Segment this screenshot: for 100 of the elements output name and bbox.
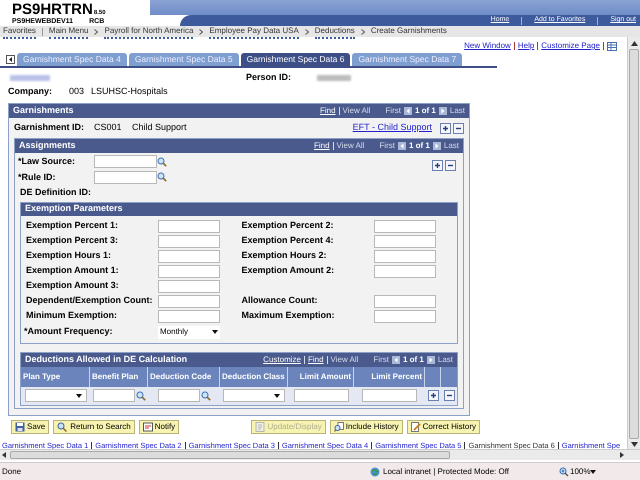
chevron-icon — [304, 28, 309, 34]
previous-icon[interactable] — [398, 142, 406, 150]
breadcrumb-item[interactable]: Main Menu — [48, 24, 88, 38]
company-label: Company: — [8, 84, 52, 98]
lookup-icon[interactable] — [200, 390, 210, 400]
add-row-icon[interactable] — [428, 390, 438, 401]
tab[interactable]: Garnishment Spec Data 6 — [240, 53, 350, 66]
de-definition-label: DE Definition ID: — [19, 186, 92, 199]
lookup-icon[interactable] — [157, 156, 167, 167]
lookup-field[interactable] — [92, 389, 134, 402]
previous-icon[interactable] — [404, 107, 412, 115]
toolbar-button[interactable]: Return to Search — [53, 420, 135, 434]
breadcrumb-item[interactable]: Payroll for North America — [104, 24, 194, 38]
chevron-icon — [360, 28, 365, 34]
scroll-thumb[interactable] — [629, 49, 639, 439]
field-label: Exemption Amount 1: — [26, 264, 120, 278]
dropdown-field[interactable] — [24, 389, 86, 402]
text-field[interactable] — [158, 264, 220, 278]
toolbar-button[interactable]: Include History — [330, 420, 403, 434]
breadcrumb-item[interactable]: Create Garnishments — [370, 24, 447, 38]
text-field[interactable] — [374, 294, 436, 308]
delete-row-icon[interactable] — [444, 390, 454, 401]
add-row-icon[interactable] — [432, 160, 443, 171]
toolbar-button[interactable]: Correct History — [406, 420, 480, 434]
text-field[interactable] — [374, 220, 436, 232]
text-field[interactable] — [158, 220, 220, 232]
dropdown-caret-icon — [76, 394, 82, 398]
eft-link[interactable]: EFT - Child Support — [352, 121, 432, 135]
zoom-icon[interactable] — [559, 466, 569, 476]
section-title: Garnishments — [13, 104, 74, 118]
scroll-up-icon[interactable] — [630, 41, 638, 46]
lookup-field[interactable] — [158, 389, 200, 402]
section-title: Exemption Parameters — [25, 202, 123, 216]
chevron-icon — [199, 28, 204, 34]
page-link[interactable]: Help — [518, 40, 534, 52]
previous-icon[interactable] — [392, 356, 400, 364]
lookup-icon[interactable] — [157, 172, 167, 182]
toolbar-button[interactable]: Save — [11, 420, 50, 434]
field-label: Exemption Hours 2: — [242, 249, 328, 262]
find-link[interactable]: Find — [320, 105, 336, 117]
delete-row-icon[interactable] — [453, 122, 464, 134]
row-count: 1 of 1 — [414, 105, 436, 117]
scroll-down-icon[interactable] — [630, 442, 638, 447]
page-link[interactable]: Customize Page — [541, 40, 600, 52]
text-field[interactable] — [94, 155, 157, 168]
delete-row-icon[interactable] — [445, 160, 456, 171]
customize-link[interactable]: Customize — [263, 354, 301, 366]
field-label: Dependent/Exemption Count: — [26, 294, 154, 308]
breadcrumb-item[interactable]: Employee Pay Data USA — [209, 24, 299, 38]
add-row-icon[interactable] — [440, 122, 451, 134]
zoom-level[interactable]: 100% — [570, 466, 590, 478]
toolbar-button[interactable]: Notify — [138, 420, 180, 434]
grid-icon[interactable] — [607, 42, 617, 50]
scroll-right-icon[interactable] — [620, 452, 624, 458]
find-link[interactable]: Find — [308, 354, 324, 366]
row-count: 1 of 1 — [402, 354, 424, 366]
dropdown-field[interactable] — [223, 389, 285, 402]
field-label: Exemption Amount 2: — [242, 264, 336, 278]
text-field[interactable] — [374, 264, 436, 278]
text-field[interactable] — [158, 250, 220, 262]
amount-frequency-label: *Amount Frequency: — [24, 325, 114, 338]
chevron-icon — [94, 28, 98, 34]
next-icon[interactable] — [432, 142, 441, 150]
text-field[interactable] — [158, 294, 220, 308]
text-field[interactable] — [158, 234, 220, 248]
find-link[interactable]: Find — [314, 140, 330, 152]
text-field[interactable] — [374, 310, 436, 322]
scroll-thumb[interactable] — [10, 451, 450, 459]
next-icon[interactable] — [426, 356, 435, 364]
system-name: PS9HRTRN — [12, 2, 93, 17]
document-icon — [255, 422, 266, 432]
text-field[interactable] — [158, 280, 220, 292]
first-label: First — [385, 105, 401, 117]
scroll-left-icon[interactable] — [6, 55, 15, 64]
text-field[interactable] — [158, 310, 220, 322]
vertical-scrollbar[interactable] — [627, 37, 640, 449]
amount-frequency-dropdown[interactable]: Monthly — [158, 326, 220, 338]
breadcrumb-item[interactable]: Deductions — [314, 24, 355, 38]
breadcrumb-item[interactable]: Favorites — [3, 24, 36, 38]
next-icon[interactable] — [438, 107, 447, 115]
scroll-left-icon[interactable] — [2, 452, 6, 458]
field-label: Minimum Exemption: — [26, 309, 118, 322]
field-label: Exemption Hours 1: — [26, 249, 112, 262]
rule-id-label: *Rule ID: — [18, 170, 57, 184]
text-field[interactable] — [294, 389, 348, 402]
last-label: Last — [450, 105, 465, 117]
text-field[interactable] — [374, 234, 436, 248]
horizontal-scrollbar[interactable] — [0, 449, 640, 460]
redacted-person-id — [317, 74, 352, 81]
lookup-icon[interactable] — [136, 390, 146, 400]
redacted-name — [10, 74, 50, 81]
field-label: Exemption Percent 4: — [242, 234, 335, 248]
text-field[interactable] — [362, 389, 417, 402]
page-link[interactable]: New Window — [464, 40, 511, 52]
garnishment-description: Child Support — [132, 121, 187, 134]
garnishment-id: CS001 — [94, 121, 123, 134]
dropdown-caret-icon — [590, 470, 596, 474]
field-label: Exemption Percent 2: — [242, 219, 335, 232]
text-field[interactable] — [374, 250, 436, 262]
text-field[interactable] — [94, 170, 157, 184]
